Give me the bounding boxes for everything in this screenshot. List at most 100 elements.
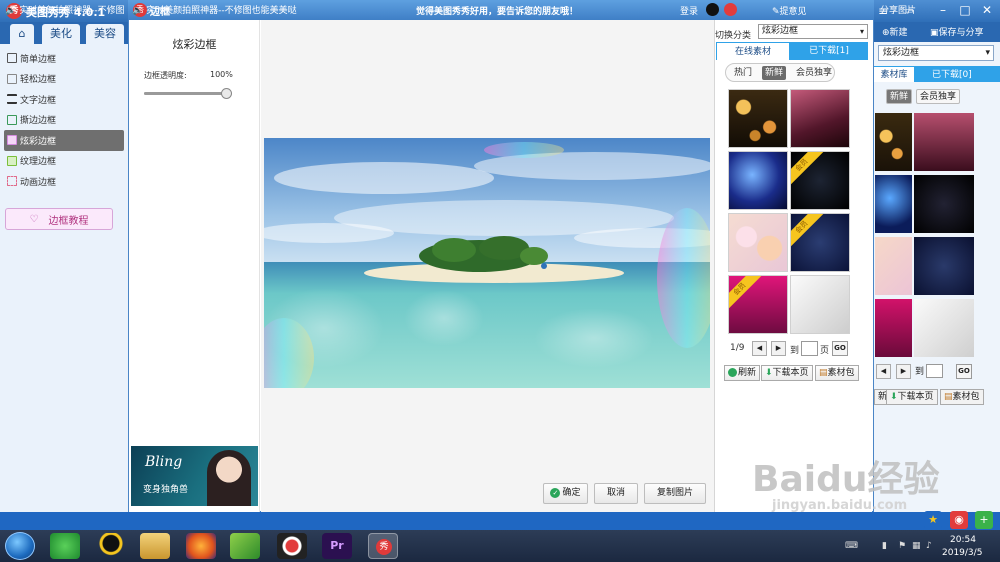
tutorial-label: 边框教程 [48, 215, 89, 227]
material-thumbnail[interactable] [728, 89, 788, 148]
cancel-button[interactable]: 取消 [594, 483, 638, 504]
new-button[interactable]: ⊕新建 [882, 25, 908, 38]
firefox-icon[interactable] [186, 533, 216, 559]
media-icon[interactable] [230, 533, 260, 559]
vip-badge: 会员 [791, 152, 824, 188]
qq-icon[interactable] [706, 3, 719, 16]
star-icon[interactable]: ★ [924, 511, 942, 529]
side-item-torn[interactable]: 撕边边框 [4, 110, 124, 131]
pack-icon: ▤ [944, 392, 953, 402]
tip-text[interactable]: 🔈 实时美颜拍照神器--不修图也能美美哒 [132, 3, 297, 16]
next-page-button[interactable]: ▶ [771, 341, 786, 356]
bg-thumbnail[interactable] [875, 299, 912, 357]
prev-page-button[interactable]: ◀ [752, 341, 767, 356]
tab-beautify[interactable]: 美化 [42, 24, 80, 44]
meitu-taskbar-button[interactable]: 秀 [368, 533, 398, 559]
bg-chip-vip[interactable]: 会员独享 [916, 89, 961, 104]
chip-vip[interactable]: 会员独享 [793, 66, 835, 80]
save-share-button[interactable]: ▣保存与分享 [930, 25, 984, 38]
flag-icon[interactable]: ⚑ [898, 541, 908, 551]
chip-hot[interactable]: 热门 [731, 66, 755, 80]
bg-page-input[interactable] [926, 364, 943, 378]
bg-thumbnail[interactable] [914, 175, 974, 233]
minimize-icon[interactable]: – [936, 3, 950, 17]
bg-material-pack-button[interactable]: ▤素材包 [940, 389, 984, 405]
side-item-label: 撕边边框 [20, 116, 57, 127]
category-select[interactable]: 炫彩边框 ▾ [758, 24, 868, 39]
chip-new[interactable]: 新鲜 [762, 66, 787, 80]
folder-icon[interactable] [140, 533, 170, 559]
bg-download-page-button[interactable]: ⬇下载本页 [886, 389, 938, 405]
frame-tutorial-button[interactable]: ♡ 边框教程 [5, 208, 113, 230]
volume-icon[interactable]: ♪ [926, 541, 936, 551]
maximize-icon[interactable]: □ [958, 3, 972, 17]
bg-thumbnail[interactable] [914, 237, 974, 295]
clock-date[interactable]: 2019/3/5 [942, 548, 982, 558]
bg-category-select[interactable]: 炫彩边框 ▾ [878, 45, 994, 61]
side-item-simple[interactable]: 简单边框 [4, 48, 124, 69]
side-item-colorful[interactable]: 炫彩边框 [4, 130, 124, 151]
material-thumbnail[interactable] [728, 213, 788, 272]
add-share-icon[interactable]: + [975, 511, 993, 529]
start-button[interactable] [5, 532, 35, 560]
feedback-link[interactable]: ✎提意见 [772, 4, 807, 17]
tip-text-background[interactable]: 🔈 实时美颜拍照神器--不修图 [5, 3, 125, 16]
network-icon[interactable]: ▦ [912, 541, 922, 551]
home-tab[interactable]: ⌂ [10, 24, 34, 44]
ok-button[interactable]: ✓ 确定 [543, 483, 588, 504]
keyboard-icon[interactable]: ⌨ [845, 541, 858, 551]
material-thumbnail[interactable]: 会员 [790, 213, 850, 272]
bg-tab-library[interactable]: 素材库 [874, 67, 914, 82]
tab-online[interactable]: 在线素材 [716, 42, 790, 60]
goto-label: 到 [790, 346, 800, 356]
side-item-easy[interactable]: 轻松边框 [4, 69, 124, 90]
bg-thumbnail[interactable] [875, 237, 912, 295]
refresh-button[interactable]: 刷新 [724, 365, 761, 381]
material-thumbnail[interactable] [790, 89, 850, 148]
tab-downloaded[interactable]: 已下载[1] [794, 42, 864, 60]
page-label: 页 [820, 346, 830, 356]
watermark-url: jingyan.baidu.com [772, 498, 908, 513]
record-icon[interactable] [277, 533, 307, 559]
material-thumbnail[interactable] [790, 275, 850, 334]
material-thumbnail[interactable]: 会员 [790, 151, 850, 210]
bg-thumbnail[interactable] [914, 299, 974, 357]
device-icon[interactable]: ▮ [882, 541, 892, 551]
material-pack-button[interactable]: ▤素材包 [815, 365, 859, 381]
side-item-label: 炫彩边框 [20, 136, 57, 147]
material-thumbnail[interactable]: 会员 [728, 275, 788, 334]
close-icon[interactable]: ✕ [980, 3, 994, 17]
material-thumbnail[interactable] [728, 151, 788, 210]
bg-chip-new[interactable]: 新鲜 [886, 89, 913, 104]
side-item-text[interactable]: 文字边框 [4, 89, 124, 110]
qq-icon[interactable] [96, 533, 126, 559]
preview-photo [264, 138, 710, 388]
opacity-slider-handle[interactable] [221, 88, 232, 99]
pencil-icon: ✎ [772, 7, 780, 17]
tab-beauty[interactable]: 美容 [86, 24, 124, 44]
side-item-animated[interactable]: 动画边框 [4, 171, 124, 192]
copy-image-button[interactable]: 复制图片 [644, 483, 706, 504]
bg-thumbnail[interactable] [914, 113, 974, 171]
weibo-share-icon[interactable]: ◉ [950, 511, 968, 529]
login-link[interactable]: 登录 [680, 4, 698, 17]
opacity-label: 边框透明度: [144, 71, 187, 80]
ad-banner[interactable]: Bling 变身独角兽 [131, 446, 258, 506]
premiere-icon[interactable]: Pr [322, 533, 352, 559]
clock-time[interactable]: 20:54 [950, 535, 976, 545]
bg-prev-page-button[interactable]: ◀ [876, 364, 891, 379]
download-page-button[interactable]: ⬇下载本页 [761, 365, 813, 381]
bg-go-button[interactable]: GO [956, 364, 972, 379]
side-item-label: 动画边框 [20, 177, 57, 188]
side-item-texture[interactable]: 纹理边框 [4, 151, 124, 172]
bg-thumbnail[interactable] [875, 113, 912, 171]
page-input[interactable] [801, 341, 818, 356]
app-360-icon[interactable] [50, 533, 80, 559]
bg-tab-downloaded[interactable]: 已下载[0] [932, 67, 972, 80]
bg-next-page-button[interactable]: ▶ [896, 364, 911, 379]
chevron-down-icon: ▾ [859, 27, 864, 36]
side-item-label: 纹理边框 [20, 157, 57, 168]
weibo-icon[interactable] [724, 3, 737, 16]
go-button[interactable]: GO [832, 341, 848, 356]
bg-thumbnail[interactable] [875, 175, 912, 233]
